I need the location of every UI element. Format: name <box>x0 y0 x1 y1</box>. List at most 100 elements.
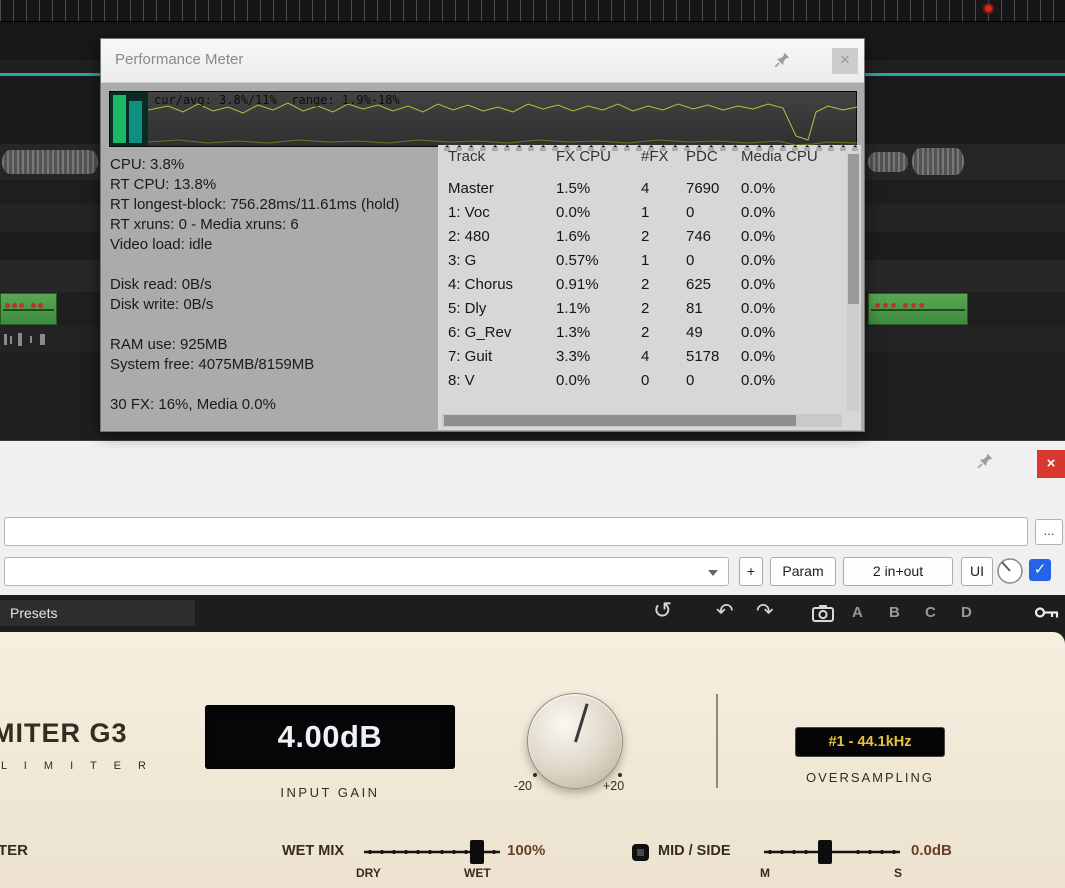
input-gain-knob[interactable] <box>527 693 623 789</box>
cell-numfx: 2 <box>641 276 650 293</box>
cell-track: 6: G_Rev <box>448 324 512 341</box>
table-row[interactable]: 3: G 0.57% 1 0 0.0% <box>438 249 861 273</box>
table-row[interactable]: 5: Dly 1.1% 2 81 0.0% <box>438 297 861 321</box>
cpu-meter-bars <box>110 92 148 146</box>
mid-side-slider[interactable] <box>760 838 904 866</box>
knob-pointer <box>574 703 589 743</box>
item-dot <box>875 303 880 308</box>
item-dot <box>19 303 24 308</box>
slider-thumb[interactable] <box>470 840 484 864</box>
wet-mix-slider[interactable] <box>360 838 504 866</box>
preset-slot-c[interactable]: C <box>925 604 936 621</box>
cpu-graph[interactable]: cur/avg: 3.8%/11% range: 1.9%-18% <box>109 91 857 147</box>
table-row[interactable]: 7: Guit 3.3% 4 5178 0.0% <box>438 345 861 369</box>
green-media-item[interactable] <box>868 293 968 325</box>
panel-divider <box>716 694 718 788</box>
cell-pdc: 0 <box>686 204 695 221</box>
audio-waveform-item[interactable] <box>2 150 98 174</box>
fx-name-field[interactable] <box>4 517 1028 546</box>
cell-mediacpu: 0.0% <box>741 348 776 365</box>
redo-icon[interactable]: ↷ <box>756 599 774 624</box>
knob-tick-dot <box>533 773 537 777</box>
preset-slot-d[interactable]: D <box>961 604 972 621</box>
vertical-scrollbar[interactable] <box>847 153 860 411</box>
waveform-tick <box>18 333 22 346</box>
waveform-tick <box>30 336 32 343</box>
oversampling-value: #1 - 44.1kHz <box>828 734 912 750</box>
window-title: Performance Meter <box>115 51 244 68</box>
perf-stats: CPU: 3.8% RT CPU: 13.8% RT longest-block… <box>110 155 435 415</box>
io-button[interactable]: 2 in+out <box>843 557 953 586</box>
toggle-indicator <box>637 849 644 856</box>
close-button[interactable]: × <box>1037 450 1065 478</box>
table-row[interactable]: 4: Chorus 0.91% 2 625 0.0% <box>438 273 861 297</box>
table-row[interactable]: 6: G_Rev 1.3% 2 49 0.0% <box>438 321 861 345</box>
table-row[interactable]: 2: 480 1.6% 2 746 0.0% <box>438 225 861 249</box>
ui-button[interactable]: UI <box>961 557 993 586</box>
meter-bar-green <box>113 95 126 143</box>
knob-min-label: -20 <box>513 779 532 793</box>
input-gain-display[interactable]: 4.00dB <box>205 705 455 769</box>
cell-track: 4: Chorus <box>448 276 514 293</box>
item-dot <box>31 303 36 308</box>
graph-label: cur/avg: 3.8%/11% range: 1.9%-18% <box>154 93 400 107</box>
fx-enable-checkbox[interactable]: ✓ <box>1029 559 1051 581</box>
green-media-item[interactable] <box>0 293 57 325</box>
stat-line: Disk read: 0B/s <box>110 276 212 293</box>
cell-track: 1: Voc <box>448 204 490 221</box>
camera-icon[interactable] <box>812 604 834 622</box>
table-row[interactable]: 1: Voc 0.0% 1 0 0.0% <box>438 201 861 225</box>
table-row[interactable]: 8: V 0.0% 0 0 0.0% <box>438 369 861 393</box>
wet-label: WET <box>464 866 491 880</box>
performance-meter-window: Performance Meter × cur/avg: 3.8%/11% ra… <box>100 38 865 432</box>
mid-side-label: MID / SIDE <box>658 843 731 859</box>
torn-edge <box>438 145 861 151</box>
undo-icon[interactable]: ↶ <box>716 599 734 624</box>
cell-track: Master <box>448 180 494 197</box>
timeline-marker-icon[interactable] <box>983 3 994 14</box>
close-button[interactable]: × <box>832 48 858 74</box>
param-button[interactable]: Param <box>770 557 836 586</box>
pin-icon[interactable] <box>773 51 791 69</box>
fx-preset-combo[interactable] <box>4 557 729 586</box>
horizontal-scrollbar[interactable] <box>442 414 842 427</box>
pin-icon[interactable] <box>976 452 994 470</box>
window-titlebar[interactable]: Performance Meter × <box>101 39 864 83</box>
oversampling-label: OVERSAMPLING <box>805 770 935 785</box>
cell-fxcpu: 1.6% <box>556 228 591 245</box>
stat-line: System free: 4075MB/8159MB <box>110 356 315 373</box>
presets-dropdown[interactable]: Presets <box>0 600 195 626</box>
item-dot <box>5 303 10 308</box>
item-dot <box>903 303 908 308</box>
preset-slot-a[interactable]: A <box>852 604 863 621</box>
col-fxcpu: FX CPU <box>556 151 612 165</box>
stat-line <box>110 255 435 275</box>
col-pdc: PDC <box>686 151 718 165</box>
cell-pdc: 7690 <box>686 180 720 197</box>
table-row[interactable]: Master 1.5% 4 7690 0.0% <box>438 177 861 201</box>
scrollbar-thumb[interactable] <box>444 415 796 426</box>
item-dot <box>891 303 896 308</box>
chevron-down-icon <box>708 570 718 576</box>
history-icon[interactable]: ↺ <box>653 597 672 624</box>
plugin-toolbar: Presets ↺ ↶ ↷ A B C D <box>0 595 1065 632</box>
col-mediacpu: Media CPU <box>741 151 818 165</box>
more-button[interactable]: ... <box>1035 519 1063 545</box>
scrollbar-thumb[interactable] <box>848 154 859 304</box>
timeline-ruler[interactable] <box>0 0 1065 22</box>
input-gain-label: INPUT GAIN <box>280 785 380 800</box>
add-preset-button[interactable]: + <box>739 557 763 586</box>
audio-waveform-item[interactable] <box>868 152 908 172</box>
wet-dry-knob-icon[interactable] <box>995 556 1025 586</box>
mid-side-toggle[interactable] <box>632 844 649 861</box>
cell-track: 8: V <box>448 372 475 389</box>
oversampling-display[interactable]: #1 - 44.1kHz <box>795 727 945 757</box>
cell-fxcpu: 0.91% <box>556 276 599 293</box>
key-icon[interactable] <box>1034 604 1060 621</box>
cell-numfx: 2 <box>641 324 650 341</box>
audio-waveform-item[interactable] <box>912 148 964 175</box>
meter-bar-teal <box>129 101 142 143</box>
slider-thumb[interactable] <box>818 840 832 864</box>
cell-numfx: 1 <box>641 252 650 269</box>
preset-slot-b[interactable]: B <box>889 604 900 621</box>
